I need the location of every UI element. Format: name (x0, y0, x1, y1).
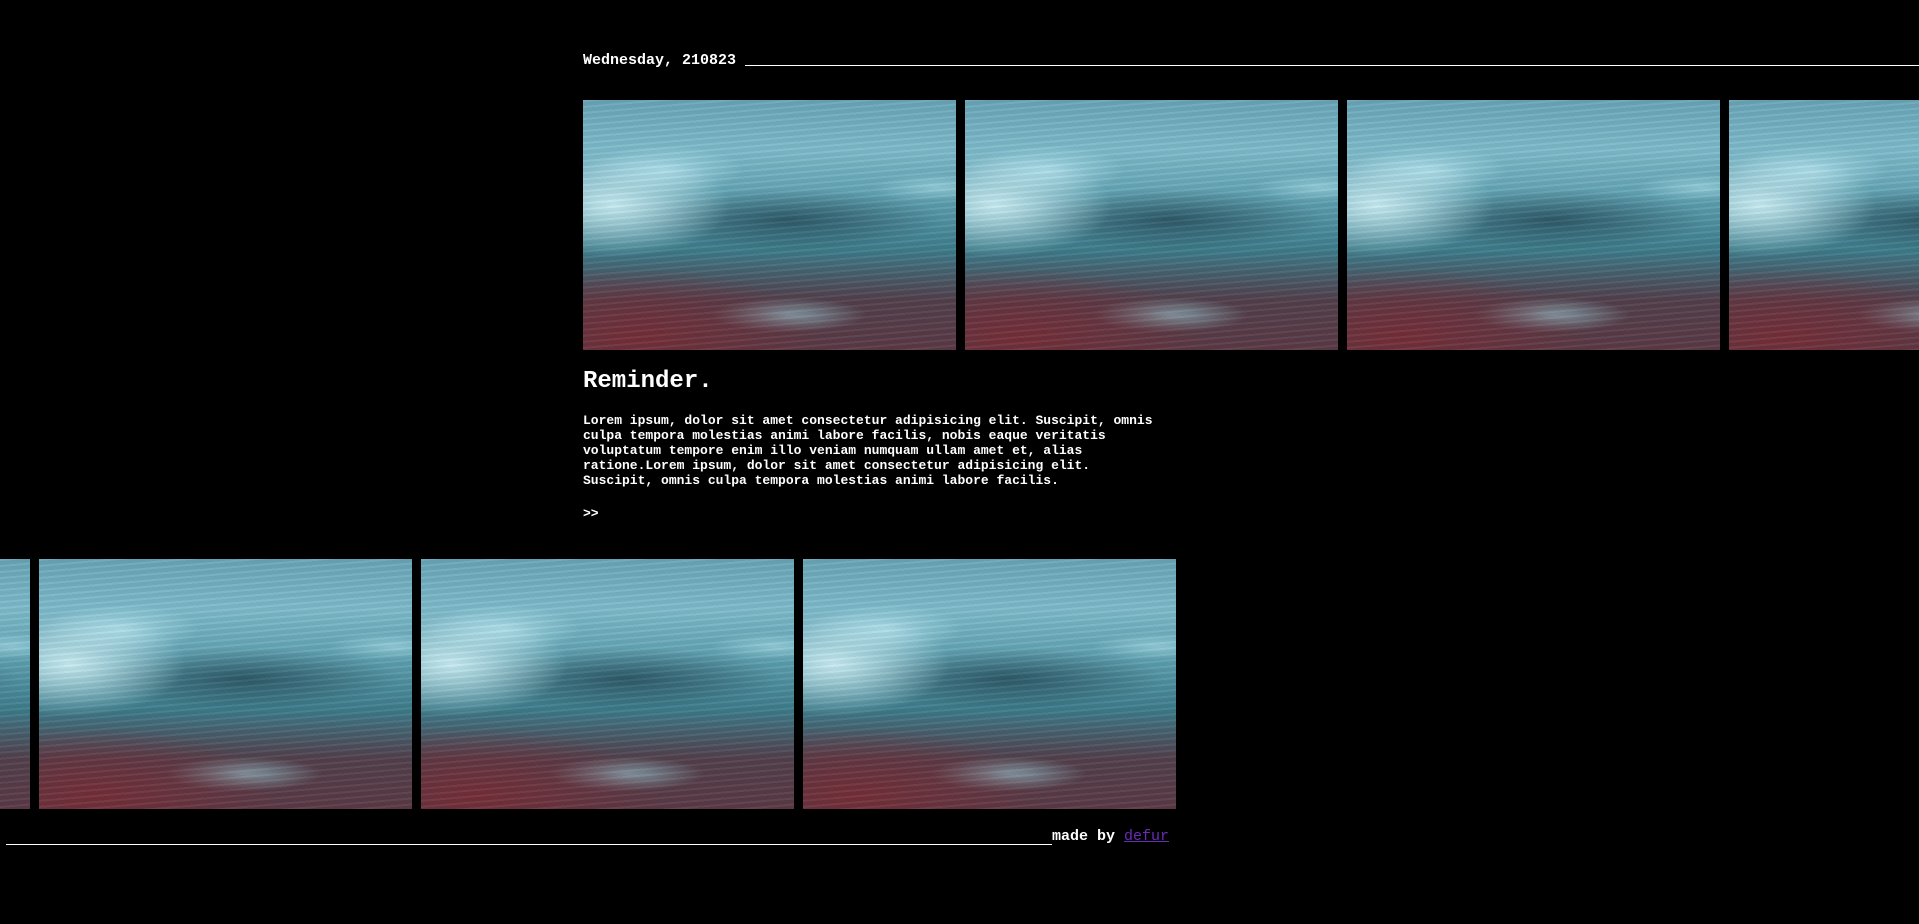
date-text: Wednesday, 210823 (583, 52, 737, 69)
top-image-strip (583, 100, 1919, 350)
article-title: Reminder. (583, 368, 713, 395)
page: Wednesday, 210823 Reminder. Lorem ipsum,… (0, 0, 1919, 924)
author-link[interactable]: defur (1124, 828, 1169, 845)
wave-image (1729, 100, 1919, 350)
footer-divider (6, 844, 1052, 845)
wave-image (965, 100, 1338, 350)
date-header: Wednesday, 210823 (583, 52, 1919, 69)
footer: made by defur (6, 828, 1169, 845)
wave-image (421, 559, 794, 809)
made-by-label: made by (1051, 828, 1115, 845)
article-body: Lorem ipsum, dolor sit amet consectetur … (583, 413, 1153, 488)
article: Reminder. Lorem ipsum, dolor sit amet co… (583, 368, 1183, 522)
bottom-image-strip (0, 559, 1176, 809)
wave-image (39, 559, 412, 809)
header-divider (745, 65, 1919, 66)
wave-image (0, 559, 30, 809)
wave-image (1347, 100, 1720, 350)
wave-image (583, 100, 956, 350)
read-more-link[interactable]: >> (583, 506, 599, 521)
wave-image (803, 559, 1176, 809)
